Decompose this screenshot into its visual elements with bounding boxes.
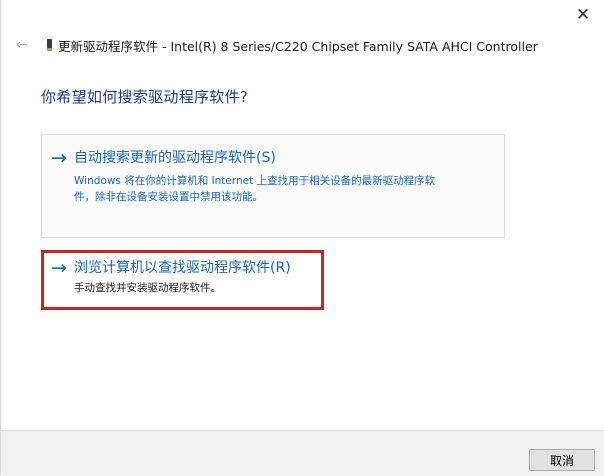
option-browse-computer[interactable]: → 浏览计算机以查找驱动程序软件(R) 手动查找并安装驱动程序软件。 (41, 250, 324, 310)
option-description-line: 件，除非在设备安装设置中禁用该功能。 (74, 191, 263, 203)
dialog-header: ← 更新驱动程序软件 - Intel(R) 8 Series/C220 Chip… (13, 34, 593, 56)
page-heading: 你希望如何搜索驱动程序软件? (41, 88, 249, 106)
close-button[interactable]: ✕ (572, 5, 594, 25)
close-icon: ✕ (575, 5, 591, 25)
option-description-line: Windows 将在你的计算机和 Internet 上查找用于相关设备的最新驱动… (74, 175, 436, 187)
dialog-title: 更新驱动程序软件 - Intel(R) 8 Series/C220 Chipse… (58, 38, 538, 54)
option-auto-search[interactable]: → 自动搜索更新的驱动程序软件(S) Windows 将在你的计算机和 Inte… (41, 134, 505, 238)
dialog-footer: 取消 (1, 430, 604, 476)
option-title: 浏览计算机以查找驱动程序软件(R) (74, 260, 291, 276)
cancel-button[interactable]: 取消 (529, 449, 595, 471)
option-description: Windows 将在你的计算机和 Internet 上查找用于相关设备的最新驱动… (74, 173, 490, 205)
arrow-right-icon: → (51, 147, 67, 169)
option-description: 手动查找并安装驱动程序软件。 (74, 282, 221, 294)
arrow-right-icon: → (51, 257, 67, 279)
driver-update-dialog: ✕ ← 更新驱动程序软件 - Intel(R) 8 Series/C220 Ch… (0, 0, 604, 476)
option-title: 自动搜索更新的驱动程序软件(S) (74, 150, 276, 166)
device-icon (47, 39, 52, 51)
back-arrow-icon[interactable]: ← (13, 37, 31, 53)
